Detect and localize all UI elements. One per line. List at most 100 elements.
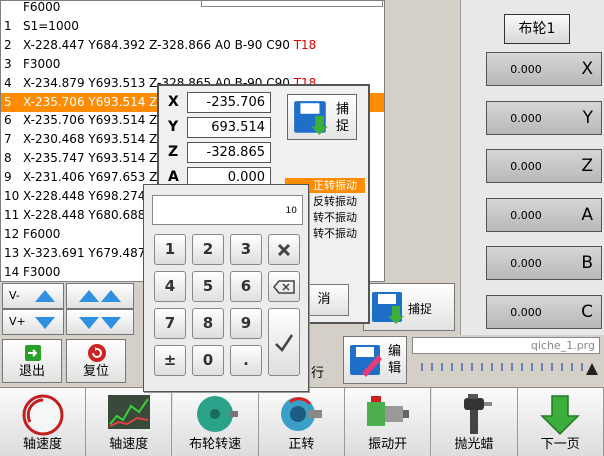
wheel-select-button[interactable]: 布轮1 (504, 14, 570, 44)
function-label: 正转 (288, 437, 315, 452)
function-button[interactable]: 下一页 (517, 388, 604, 456)
line-code: X-231.406 Y697.653 Z (23, 170, 158, 185)
line-code: X-235.706 Y693.514 Z (23, 94, 158, 109)
v-minus-button[interactable]: V- (2, 283, 64, 309)
file-name-field: qiche_1.prg (412, 337, 600, 354)
function-button[interactable]: 布轮转速 (172, 388, 259, 456)
v-plus-label: V+ (9, 315, 26, 328)
key-0[interactable]: 0 (192, 345, 224, 376)
save-disk-icon (294, 101, 328, 135)
function-label: 抛光蜡 (454, 437, 494, 452)
y-label: Y (168, 119, 179, 135)
key-4[interactable]: 4 (154, 271, 186, 302)
function-label: 轴速度 (22, 437, 62, 452)
function-button[interactable]: 振动开 (345, 388, 432, 456)
program-line[interactable]: 1 S1=1000 (1, 17, 384, 36)
fast-down-button[interactable] (66, 309, 134, 335)
chart-icon (107, 394, 151, 433)
key-enter[interactable] (268, 308, 300, 376)
v-plus-button[interactable]: V+ (2, 309, 64, 335)
key-1[interactable]: 1 (154, 234, 186, 265)
function-button[interactable]: 轴速度 (86, 388, 173, 456)
key-decimal[interactable]: . (230, 345, 262, 376)
axis-row-c[interactable]: 0.000 C (486, 294, 602, 329)
line-code: X-235.706 Y693.514 Z (23, 113, 158, 128)
line-code: X-235.747 Y693.514 Z (23, 151, 158, 166)
double-arrow-up-icon (79, 290, 99, 302)
axis-row-b[interactable]: 0.000 B (486, 246, 602, 280)
line-number: 2 (4, 37, 12, 52)
line-code: S1=1000 (23, 18, 79, 33)
line-number: 3 (4, 56, 12, 71)
edit-button[interactable]: 编辑 (343, 336, 407, 384)
dialog-capture-button[interactable]: 捕捉 (287, 94, 357, 140)
program-line[interactable]: 3 F3000 (1, 55, 384, 74)
line-code: X-323.691 Y679.487 Z (23, 245, 158, 260)
scroll-ruler[interactable] (420, 360, 590, 374)
key-8[interactable]: 8 (192, 308, 224, 339)
key-clear[interactable] (268, 234, 300, 265)
keypad-display: 10 (152, 195, 303, 225)
function-label: 布轮转速 (189, 437, 242, 452)
function-button[interactable]: 抛光蜡 (431, 388, 518, 456)
fast-up-button[interactable] (66, 283, 134, 309)
line-code: X-228.448 Y680.688 Z (23, 207, 158, 222)
line-number: 11 (4, 207, 20, 222)
key-2[interactable]: 2 (192, 234, 224, 265)
x-label: X (168, 94, 179, 110)
line-number: 7 (4, 132, 12, 147)
line-code: X-228.447 Y684.392 Z-328.866 A0 B-90 C90 (23, 37, 294, 52)
vibration-icon (365, 394, 411, 437)
program-line[interactable]: 2 X-228.447 Y684.392 Z-328.866 A0 B-90 C9… (1, 36, 384, 55)
key-7[interactable]: 7 (154, 308, 186, 339)
program-line[interactable]: F6000 (1, 1, 384, 17)
x-field[interactable]: -235.706 (187, 92, 271, 113)
key-3[interactable]: 3 (230, 234, 262, 265)
line-code: F3000 (23, 56, 61, 71)
axis-value: 0.000 (510, 160, 542, 173)
line-number: 5 (4, 94, 12, 109)
key-plus-minus[interactable]: ± (154, 345, 186, 376)
key-5[interactable]: 5 (192, 271, 224, 302)
axis-name: A (581, 204, 593, 225)
line-number: 13 (4, 245, 20, 260)
key-6[interactable]: 6 (230, 271, 262, 302)
checkmark-icon (275, 334, 294, 352)
axis-value: 0.000 (510, 257, 542, 270)
line-code: F6000 (23, 226, 61, 241)
axis-value: 0.000 (510, 111, 542, 125)
double-arrow-up-icon (101, 290, 121, 302)
save-disk-icon (372, 292, 404, 324)
axis-row-a[interactable]: 0.000 A (486, 197, 602, 232)
capture-label: 捕捉 (408, 302, 433, 316)
line-number: 6 (4, 113, 12, 128)
key-backspace[interactable] (268, 271, 300, 302)
function-button[interactable]: 正转 (258, 388, 345, 456)
axis-row-y[interactable]: 0.000 Y (486, 100, 602, 135)
function-bar: 轴速度 轴速度 布轮转速 正转 振动开 抛光蜡 下一页 (0, 387, 604, 456)
edit-partial-label: 行 (311, 366, 325, 381)
z-label: Z (168, 144, 179, 160)
exit-button[interactable]: 退出 (2, 339, 62, 383)
axis-value: 0.000 (510, 63, 542, 76)
function-button[interactable]: 轴速度 (0, 388, 86, 456)
line-number: 8 (4, 151, 12, 166)
line-code: F3000 (23, 264, 61, 279)
axis-value: 0.000 (510, 305, 542, 319)
function-label: 下一页 (540, 437, 580, 452)
v-minus-label: V- (9, 289, 20, 302)
axis-row-x[interactable]: 0.000 X (486, 52, 602, 86)
motor-icon (278, 394, 324, 437)
capture-button[interactable]: 捕捉 (363, 283, 455, 331)
arrow-down-icon (35, 317, 55, 329)
edit-disk-icon (350, 345, 382, 377)
axis-row-z[interactable]: 0.000 Z (486, 149, 602, 183)
y-field[interactable]: 693.514 (187, 117, 271, 138)
numeric-keypad: 10 1 2 3 4 5 6 7 8 9 ± 0 . (143, 184, 309, 392)
reset-button[interactable]: 复位 (66, 339, 126, 383)
z-field[interactable]: -328.865 (187, 142, 271, 163)
key-9[interactable]: 9 (230, 308, 262, 339)
axis-name: Y (582, 107, 593, 128)
function-label: 振动开 (368, 437, 408, 452)
exit-label: 退出 (18, 364, 45, 379)
